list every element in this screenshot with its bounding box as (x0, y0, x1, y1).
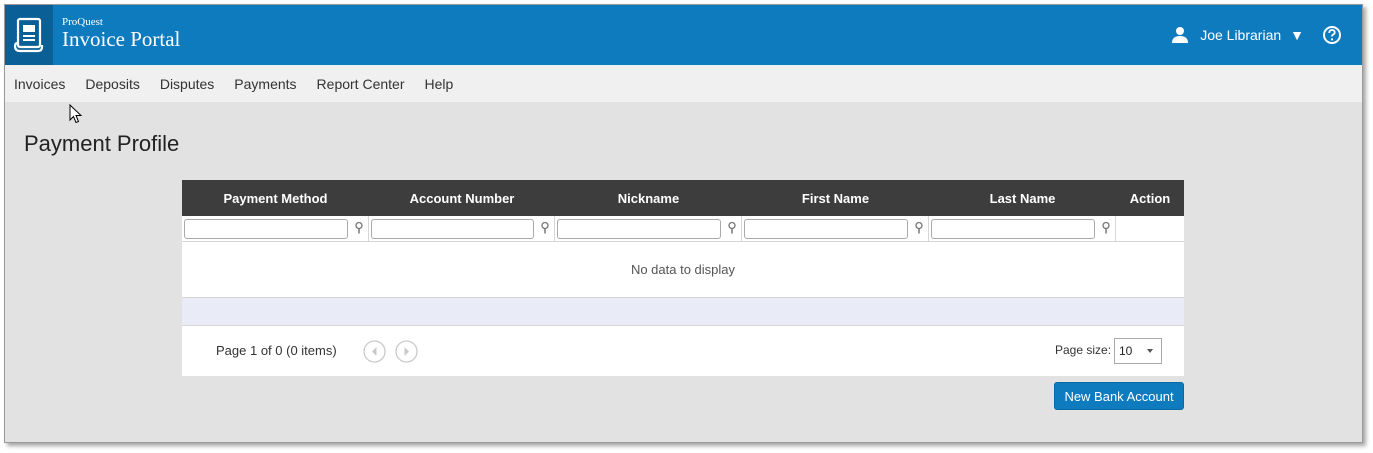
menu-item-deposits[interactable]: Deposits (85, 76, 139, 92)
grid-footer-band (182, 298, 1184, 326)
filter-icon[interactable] (540, 222, 550, 234)
filter-cell (742, 216, 929, 241)
last-name-filter-input[interactable] (931, 218, 1095, 239)
top-bar: ProQuest Invoice Portal Joe Librarian ▼ (5, 5, 1362, 65)
user-menu[interactable]: Joe Librarian ▼ (1171, 5, 1342, 65)
column-header-payment-method[interactable]: Payment Method (182, 180, 369, 216)
next-page-icon[interactable] (395, 340, 418, 363)
pager-info: Page 1 of 0 (0 items) (216, 343, 337, 358)
chevron-down-icon (1147, 349, 1153, 353)
filter-cell (182, 216, 369, 241)
account-number-filter-input[interactable] (371, 218, 534, 239)
column-header-account-number[interactable]: Account Number (369, 180, 555, 216)
menu-item-disputes[interactable]: Disputes (160, 76, 214, 92)
main-menu: Invoices Deposits Disputes Payments Repo… (5, 65, 1362, 102)
nickname-filter-input[interactable] (557, 218, 721, 239)
app-title: Invoice Portal (62, 27, 181, 51)
filter-cell (929, 216, 1116, 241)
filter-cell (555, 216, 742, 241)
app-window: ProQuest Invoice Portal Joe Librarian ▼ … (4, 4, 1363, 443)
filter-row (182, 216, 1184, 242)
menu-item-help[interactable]: Help (424, 76, 453, 92)
filter-icon[interactable] (727, 222, 737, 234)
mouse-cursor-icon (69, 104, 83, 124)
page-size-label: Page size: (1055, 343, 1112, 357)
new-bank-account-button[interactable]: New Bank Account (1054, 382, 1184, 410)
menu-item-payments[interactable]: Payments (234, 76, 296, 92)
menu-item-invoices[interactable]: Invoices (14, 76, 65, 92)
page-size-value: 10 (1119, 344, 1133, 358)
action-filter-cell (1116, 216, 1184, 241)
user-name[interactable]: Joe Librarian (1200, 27, 1281, 43)
column-header-nickname[interactable]: Nickname (555, 180, 742, 216)
logo[interactable] (5, 5, 53, 65)
menu-item-report-center[interactable]: Report Center (317, 76, 405, 92)
filter-cell (369, 216, 555, 241)
person-icon (1172, 27, 1189, 43)
filter-icon[interactable] (914, 222, 924, 234)
filter-icon[interactable] (354, 222, 364, 234)
help-circle-icon[interactable] (1322, 25, 1342, 45)
invoice-scroll-icon (13, 17, 44, 53)
first-name-filter-input[interactable] (744, 218, 908, 239)
payment-profile-grid: Payment Method Account Number Nickname F… (182, 180, 1184, 376)
caret-down-icon[interactable]: ▼ (1290, 27, 1304, 43)
payment-method-filter-input[interactable] (184, 218, 348, 239)
empty-message: No data to display (182, 242, 1184, 298)
pager: Page 1 of 0 (0 items) Page size: 10 (182, 326, 1184, 376)
filter-icon[interactable] (1101, 222, 1111, 234)
column-header-last-name[interactable]: Last Name (929, 180, 1116, 216)
page-size-select[interactable]: 10 (1114, 338, 1162, 364)
grid-header: Payment Method Account Number Nickname F… (182, 180, 1184, 216)
previous-page-icon[interactable] (363, 340, 386, 363)
page-title: Payment Profile (24, 131, 180, 156)
column-header-action: Action (1129, 190, 1171, 206)
column-header-first-name[interactable]: First Name (742, 180, 929, 216)
